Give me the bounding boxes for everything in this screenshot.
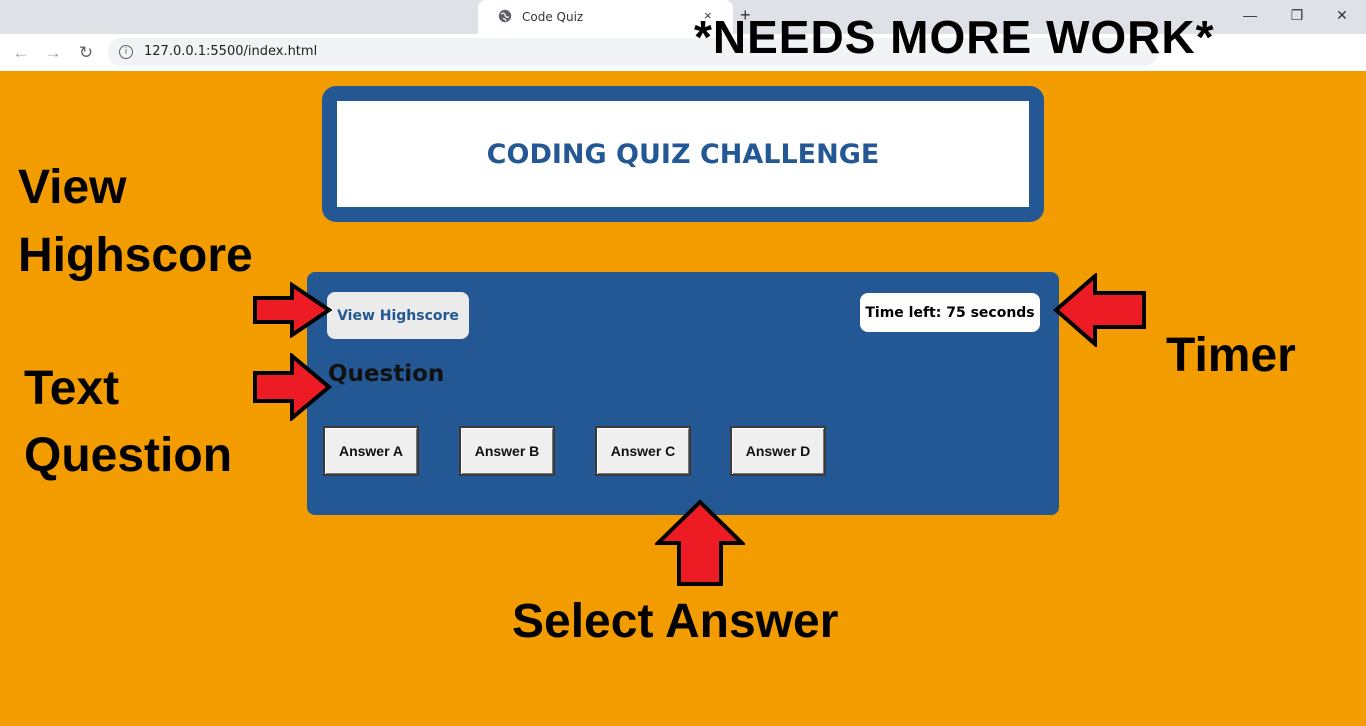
restore-icon[interactable]: ❐	[1277, 4, 1317, 28]
answer-a-button[interactable]: Answer A	[323, 426, 419, 476]
page-title: CODING QUIZ CHALLENGE	[486, 138, 880, 170]
close-window-icon[interactable]: ✕	[1322, 4, 1362, 28]
arrow-up-icon	[655, 499, 745, 586]
info-icon[interactable]: i	[119, 45, 133, 59]
needs-more-work-banner: *NEEDS MORE WORK*	[694, 11, 1215, 63]
arrow-left-icon	[1053, 273, 1146, 347]
annotation-highscore: Highscore	[18, 229, 253, 282]
back-icon[interactable]: ←	[10, 42, 32, 64]
answer-b-button[interactable]: Answer B	[459, 426, 555, 476]
annotation-timer: Timer	[1166, 329, 1296, 382]
annotation-text: Text	[24, 362, 120, 415]
url-text: 127.0.0.1:5500/index.html	[144, 44, 318, 59]
timer-display: Time left: 75 seconds	[860, 293, 1040, 332]
globe-icon	[498, 9, 512, 23]
quiz-header: CODING QUIZ CHALLENGE	[322, 86, 1044, 222]
answer-d-button[interactable]: Answer D	[730, 426, 826, 476]
arrow-right-icon	[253, 353, 332, 421]
arrow-right-icon	[253, 282, 332, 338]
question-text: Question	[328, 361, 445, 387]
header-inner: CODING QUIZ CHALLENGE	[337, 101, 1029, 207]
annotation-select-answer: Select Answer	[512, 595, 839, 648]
annotation-question: Question	[24, 429, 233, 482]
answer-c-button[interactable]: Answer C	[595, 426, 691, 476]
minimize-icon[interactable]: —	[1230, 4, 1270, 28]
tab-title: Code Quiz	[522, 10, 584, 24]
view-highscore-button[interactable]: View Highscore	[327, 292, 469, 339]
quiz-container: View Highscore Time left: 75 seconds Que…	[307, 272, 1059, 515]
annotation-view: View	[18, 161, 127, 214]
reload-icon[interactable]: ↻	[75, 42, 97, 64]
forward-icon[interactable]: →	[42, 42, 64, 64]
